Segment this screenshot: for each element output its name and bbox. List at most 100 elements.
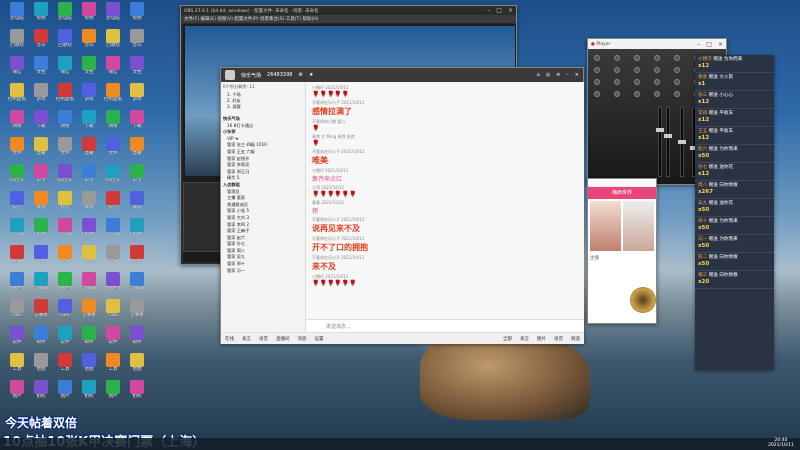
desktop-icon[interactable]: 控制面板 (100, 83, 126, 102)
desktop-icon[interactable]: 抖音 (100, 191, 126, 210)
member-item[interactable]: 管家 李四 2 (221, 222, 305, 229)
desktop-icon[interactable]: 下载 (76, 110, 102, 129)
bottom-bar-item[interactable]: 全部 (503, 336, 512, 342)
star-icon[interactable]: ★ (309, 72, 313, 78)
mixer-knob[interactable] (594, 55, 600, 61)
mixer-window-controls[interactable]: – □ × (697, 41, 723, 48)
member-item[interactable]: 管家 冯一 (221, 268, 305, 275)
member-item[interactable]: VIP ★ (221, 136, 305, 143)
desktop-icon[interactable]: 网络 (100, 110, 126, 129)
desktop-icon[interactable]: 直播伴侣 (4, 272, 30, 291)
desktop-icon[interactable]: 回收站 (4, 29, 30, 48)
mixer-knob[interactable] (674, 79, 680, 85)
desktop-icon[interactable]: OBS (52, 299, 78, 318)
mixer-knob[interactable] (594, 79, 600, 85)
minimize-icon[interactable]: – (566, 72, 569, 78)
desktop-icon[interactable]: 微信 (52, 56, 78, 75)
desktop-icon[interactable]: 软件 (100, 326, 126, 345)
desktop-icon[interactable]: 相机 (124, 380, 150, 399)
desktop-icon[interactable]: 游戏 (76, 83, 102, 102)
bottom-bar-item[interactable]: 语音 (259, 336, 268, 342)
desktop-icon[interactable]: 控制面板 (4, 83, 30, 102)
bottom-bar-item[interactable]: 频道 (571, 336, 580, 342)
desktop-icon[interactable]: 微信 (4, 56, 30, 75)
close-icon[interactable]: × (508, 7, 513, 14)
mixer-knob[interactable] (674, 67, 680, 73)
member-item[interactable]: 主播 管家 (221, 195, 305, 202)
desktop-icon[interactable]: 记事本 (124, 299, 150, 318)
desktop-icon[interactable]: 声卡 (124, 164, 150, 183)
desktop-icon[interactable]: 工具 (4, 353, 30, 372)
obs-menu[interactable]: 文件(F) 编辑(E) 视图(V) 配置文件(P) 场景集合(S) 工具(T) … (181, 15, 516, 23)
member-item[interactable]: 管家 赵六 (221, 235, 305, 242)
desktop-icon[interactable]: 计算器 (28, 272, 54, 291)
game-icon[interactable]: ◎ (546, 72, 550, 78)
mixer-fader[interactable] (656, 107, 664, 177)
member-item[interactable]: 管家 大刘 3 (221, 215, 305, 222)
member-item[interactable]: 管家 赵钱孙 (221, 156, 305, 163)
desktop-icon[interactable]: 此电脑 (4, 2, 30, 21)
bottom-bar-item[interactable]: 语音 (554, 336, 563, 342)
mixer-knob[interactable] (614, 79, 620, 85)
mixer-knob[interactable] (674, 91, 680, 97)
desktop-icon[interactable]: 设置 (52, 245, 78, 264)
desktop-icon[interactable]: 声卡 (28, 164, 54, 183)
mixer-knob[interactable] (634, 91, 640, 97)
mixer-knob[interactable] (614, 67, 620, 73)
member-item[interactable]: 管家 郑王冯 (221, 169, 305, 176)
desktop-icon[interactable]: 下载 (28, 110, 54, 129)
desktop-icon[interactable]: 图片 (52, 380, 78, 399)
desktop-icon[interactable]: 视频 (28, 2, 54, 21)
mixer-fader[interactable] (664, 107, 672, 177)
obs-scenes-panel[interactable] (183, 182, 223, 252)
desktop-icon[interactable]: 邮件 (76, 326, 102, 345)
group-item[interactable]: 3. 游客 (221, 104, 305, 110)
bottom-bar-item[interactable]: 消息 (298, 336, 307, 342)
fader-handle[interactable] (656, 128, 664, 132)
bottom-bar-item[interactable]: 图片 (537, 336, 546, 342)
desktop-icon[interactable]: 文件 (100, 137, 126, 156)
mixer-knob[interactable] (594, 91, 600, 97)
member-item[interactable]: 快乐气场 (221, 116, 305, 123)
desktop-icon[interactable]: 回收站 (52, 29, 78, 48)
desktop-icon[interactable]: 视频 (124, 2, 150, 21)
desktop-icon[interactable]: 控制面板 (52, 83, 78, 102)
group-avatar[interactable] (225, 70, 235, 80)
desktop-icon[interactable]: 剪映 (76, 218, 102, 237)
mixer-knob[interactable] (634, 79, 640, 85)
maximize-icon[interactable]: □ (496, 7, 502, 14)
desktop-icon[interactable]: 画图 (76, 245, 102, 264)
mixer-knob[interactable] (614, 55, 620, 61)
clock[interactable]: 20:40 2021/10/11 (768, 438, 794, 448)
bottom-bar-item[interactable]: 发言 (242, 336, 251, 342)
desktop-icon[interactable]: 文档 (28, 56, 54, 75)
desktop-icon[interactable]: 图片 (100, 380, 126, 399)
member-item[interactable]: 管家 郑十 (221, 261, 305, 268)
desktop-icon[interactable]: 剪映 (124, 218, 150, 237)
desktop-icon[interactable]: 音乐 (124, 29, 150, 48)
member-item[interactable]: 16 8打卡通过 (221, 123, 305, 130)
desktop-icon[interactable]: 录屏 (28, 191, 54, 210)
window-controls[interactable]: – □ × (487, 7, 513, 14)
member-item[interactable]: 管家 李周吴 (221, 162, 305, 169)
desktop-icon[interactable]: 邮件 (28, 326, 54, 345)
desktop-icon[interactable]: 相机 (28, 380, 54, 399)
desktop-icon[interactable]: 游戏 (28, 83, 54, 102)
desktop-icon[interactable]: 网络 (52, 110, 78, 129)
host-photo[interactable] (623, 201, 654, 251)
mixer-knob[interactable] (654, 91, 660, 97)
fader-handle[interactable] (678, 140, 686, 144)
member-item[interactable]: 管家 王五 六级 (221, 149, 305, 156)
desktop-icon[interactable]: 文档 (124, 56, 150, 75)
desktop-icon[interactable]: 直播伴侣 (52, 272, 78, 291)
desktop-icon[interactable]: 记事本 (76, 299, 102, 318)
obs-titlebar[interactable]: OBS 27.0.1 (64-bit, windows) - 配置文件: 未命名… (181, 6, 516, 15)
desktop-icon[interactable]: 浏览器 (4, 218, 30, 237)
desktop-icon[interactable]: 工具 (100, 353, 126, 372)
desktop-icon[interactable]: QQ音乐 (100, 164, 126, 183)
bottom-bar-item[interactable]: 直播间 (276, 336, 290, 342)
desktop-icon[interactable]: 地图 (28, 353, 54, 372)
desktop-icon[interactable]: 计算器 (76, 272, 102, 291)
mixer-knob[interactable] (634, 55, 640, 61)
desktop-icon[interactable]: 直播 (124, 137, 150, 156)
